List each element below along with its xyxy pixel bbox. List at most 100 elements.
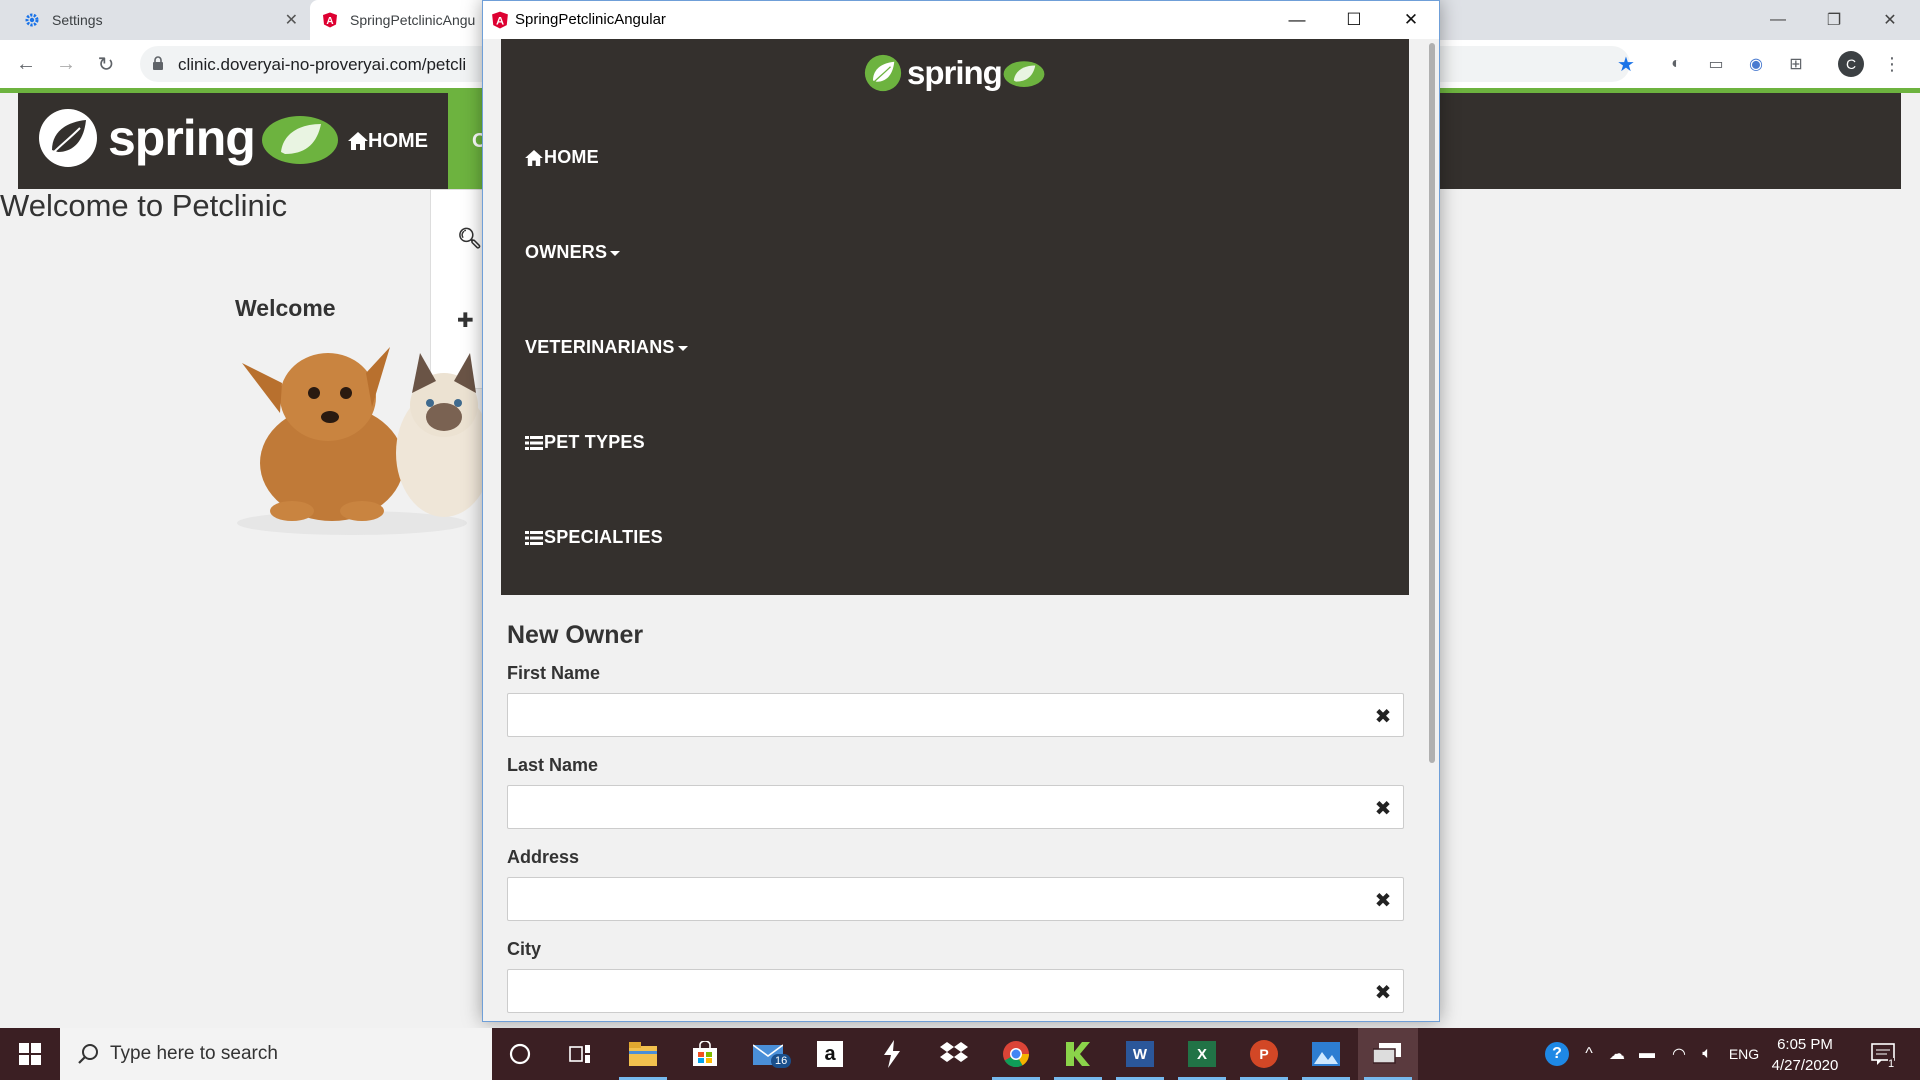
clock[interactable]: 6:05 PM 4/27/2020: [1760, 1034, 1850, 1076]
address-field[interactable]: ✖: [507, 877, 1404, 921]
city-field[interactable]: ✖: [507, 969, 1404, 1013]
home-icon: [525, 149, 543, 166]
clear-icon[interactable]: ✖: [1373, 890, 1393, 912]
nav-label: PET TYPES: [544, 432, 645, 452]
translate-icon[interactable]: ⊞: [1784, 52, 1808, 76]
reload-icon[interactable]: ↻: [90, 48, 122, 80]
nav-home[interactable]: HOME: [525, 147, 599, 168]
address-label: Address: [507, 847, 580, 867]
welcome-heading: Welcome: [235, 295, 336, 321]
battery-icon[interactable]: ▬: [1634, 1028, 1660, 1080]
excel-icon[interactable]: X: [1172, 1028, 1232, 1080]
nav-veterinarians[interactable]: VETERINARIANS: [525, 337, 688, 358]
plus-icon[interactable]: ✚: [457, 308, 474, 333]
last-name-field[interactable]: ✖: [507, 785, 1404, 829]
photos-icon[interactable]: [1296, 1028, 1356, 1080]
nav-owners[interactable]: OWNERS: [525, 242, 621, 263]
bg-nav-home[interactable]: HOME: [348, 93, 428, 189]
search-icon: [78, 1044, 98, 1064]
windows-logo-icon: [19, 1043, 41, 1065]
first-name-input[interactable]: [508, 694, 1403, 736]
notification-icon[interactable]: 1: [1862, 1028, 1904, 1080]
nav-label: HOME: [368, 129, 428, 152]
taskbar-search-box[interactable]: Type here to search: [60, 1028, 492, 1080]
popup-window: A SpringPetclinicAngular — ☐ ✕ spring HO…: [482, 0, 1440, 1022]
last-name-label: Last Name: [507, 755, 599, 775]
angular-icon: A: [323, 12, 337, 28]
menu-kebab-icon[interactable]: ⋮: [1880, 52, 1904, 76]
nav-pet-types[interactable]: PET TYPES: [525, 432, 645, 453]
minimize-icon[interactable]: —: [1750, 0, 1806, 40]
maximize-icon[interactable]: ☐: [1326, 1, 1382, 39]
search-icon[interactable]: 🔍︎: [457, 226, 482, 251]
popup-content: spring HOME OWNERS VETERINARIANS PET TYP…: [483, 39, 1439, 1021]
chevron-up-icon[interactable]: ^: [1578, 1028, 1600, 1080]
cast-icon[interactable]: ▭: [1704, 52, 1728, 76]
nav-label: SPECIALTIES: [544, 527, 663, 547]
back-arrow-icon[interactable]: ←: [10, 48, 42, 80]
cloud-icon[interactable]: ☁: [1604, 1028, 1630, 1080]
volume-icon[interactable]: 🔈︎: [1694, 1028, 1720, 1080]
restore-icon[interactable]: ❐: [1806, 0, 1862, 40]
spring-leaf-icon: [864, 54, 902, 92]
extension-icon[interactable]: ◉: [1744, 52, 1768, 76]
amazon-icon[interactable]: a: [800, 1028, 860, 1080]
taskbar: Type here to search 16 a W X P ? ^ ☁ ▬ ◠…: [0, 1028, 1920, 1080]
scrollbar-thumb[interactable]: [1429, 43, 1435, 763]
spring-cloud-icon: [1003, 61, 1045, 87]
home-icon: [348, 132, 368, 150]
minimize-icon[interactable]: —: [1269, 1, 1325, 39]
tab-settings[interactable]: Settings ✕: [12, 0, 308, 40]
chrome-icon[interactable]: [986, 1028, 1046, 1080]
start-button[interactable]: [0, 1028, 60, 1080]
close-tab-icon[interactable]: ✕: [285, 10, 298, 30]
clear-icon[interactable]: ✖: [1373, 798, 1393, 820]
bookmark-star-icon[interactable]: ★: [1614, 52, 1638, 76]
list-icon: [525, 530, 543, 545]
clock-time: 6:05 PM: [1777, 1036, 1833, 1053]
nav-label: VETERINARIANS: [525, 337, 675, 357]
spring-cloud-icon: [261, 116, 338, 164]
app-k-icon[interactable]: [1048, 1028, 1108, 1080]
first-name-field[interactable]: ✖: [507, 693, 1404, 737]
page-title: Welcome to Petclinic: [0, 188, 288, 223]
url-text: clinic.doveryai-no-proveryai.com/petcli: [178, 55, 467, 74]
app-lightning-icon[interactable]: [862, 1028, 922, 1080]
close-window-icon[interactable]: ✕: [1383, 1, 1439, 39]
file-explorer-icon[interactable]: [613, 1028, 673, 1080]
forward-arrow-icon[interactable]: →: [50, 48, 82, 80]
pets-image: [237, 347, 492, 535]
last-name-input[interactable]: [508, 786, 1403, 828]
remote-window-icon[interactable]: [1358, 1028, 1418, 1080]
scrollbar[interactable]: [1422, 39, 1439, 1021]
lock-icon: [153, 56, 163, 70]
clear-icon[interactable]: ✖: [1373, 706, 1393, 728]
address-input[interactable]: [508, 878, 1403, 920]
powerpoint-icon[interactable]: P: [1234, 1028, 1294, 1080]
clock-date: 4/27/2020: [1771, 1057, 1839, 1074]
mail-icon[interactable]: 16: [738, 1028, 798, 1080]
clear-icon[interactable]: ✖: [1373, 982, 1393, 1004]
spring-leaf-icon: [39, 109, 97, 167]
avatar[interactable]: C: [1838, 51, 1864, 77]
close-window-icon[interactable]: ✕: [1862, 0, 1918, 40]
dropbox-icon[interactable]: [924, 1028, 984, 1080]
caret-down-icon: [677, 346, 688, 351]
nav-specialties[interactable]: SPECIALTIES: [525, 527, 663, 548]
task-view-icon[interactable]: [550, 1028, 610, 1080]
help-icon[interactable]: ?: [1540, 1028, 1574, 1080]
spring-logo[interactable]: spring: [863, 49, 1046, 97]
form-title: New Owner: [507, 621, 644, 649]
popup-titlebar[interactable]: A SpringPetclinicAngular — ☐ ✕: [483, 1, 1439, 39]
gear-icon: [25, 13, 39, 27]
extension-shield-icon[interactable]: ◐: [1664, 52, 1688, 76]
wifi-icon[interactable]: ◠: [1666, 1028, 1692, 1080]
language-indicator[interactable]: ENG: [1724, 1028, 1764, 1080]
tab-petclinic[interactable]: A SpringPetclinicAngu: [310, 0, 490, 40]
city-input[interactable]: [508, 970, 1403, 1012]
spring-logo[interactable]: spring: [36, 103, 341, 173]
microsoft-store-icon[interactable]: [675, 1028, 735, 1080]
cortana-icon[interactable]: [490, 1028, 550, 1080]
word-icon[interactable]: W: [1110, 1028, 1170, 1080]
svg-text:A: A: [496, 16, 504, 28]
